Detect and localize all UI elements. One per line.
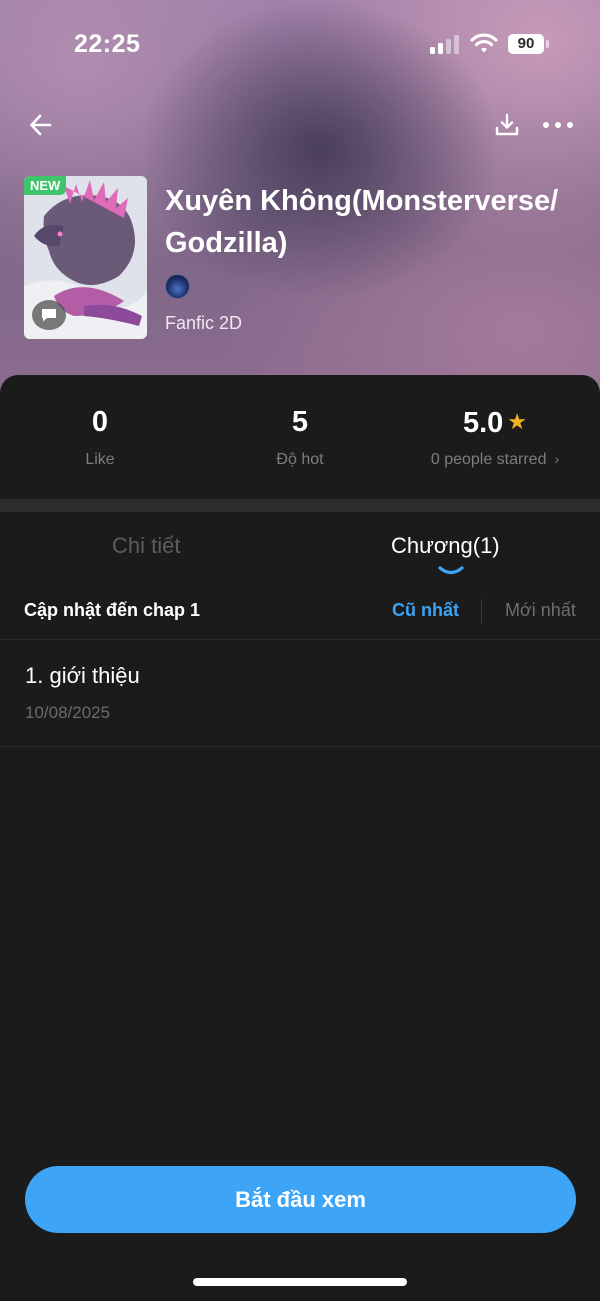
detail-panel: 0 Like 5 Độ hot 5.0 ★ 0 people starred › C…	[0, 375, 600, 1301]
update-status: Cập nhật đến chap 1	[24, 600, 201, 620]
sort-oldest-button[interactable]: Cũ nhất	[392, 600, 459, 621]
like-count: 0	[91, 406, 109, 438]
status-bar: 22:25 90	[0, 0, 600, 90]
download-button[interactable]	[490, 108, 524, 142]
arrow-left-icon	[30, 114, 52, 136]
start-reading-button[interactable]: Bắt đầu xem	[25, 1166, 576, 1233]
wifi-icon	[470, 32, 498, 54]
comment-bubble-icon	[32, 300, 66, 330]
home-indicator[interactable]	[193, 1278, 407, 1286]
more-button[interactable]	[540, 108, 576, 142]
sort-divider	[481, 599, 482, 623]
book-genre: Fanfic 2D	[165, 313, 243, 333]
new-badge: NEW	[24, 176, 67, 195]
back-button[interactable]	[24, 108, 58, 142]
sort-newest-button[interactable]: Mới nhất	[505, 600, 576, 621]
book-cover[interactable]: NEW	[24, 176, 147, 339]
battery-level: 90	[508, 34, 544, 54]
chapter-list-header: Cập nhật đến chap 1 Cũ nhất Mới nhất	[0, 590, 600, 640]
header-backdrop: 22:25 90 NEW Xuyên Không(Monsterverse/ G…	[0, 0, 600, 400]
status-time: 22:25	[74, 30, 141, 58]
download-icon	[495, 113, 519, 136]
stat-hot: 5 Độ hot	[200, 403, 400, 469]
battery-icon: 90	[508, 34, 550, 54]
chapter-title: 1. giới thiệu	[25, 663, 140, 688]
tab-active-indicator	[438, 566, 464, 575]
star-icon: ★	[507, 409, 528, 434]
rating-label: 0 people starred	[430, 451, 547, 468]
tab-chapters[interactable]: Chương(1)	[391, 533, 500, 559]
like-label: Like	[85, 451, 115, 468]
stat-rating[interactable]: 5.0 ★ 0 people starred ›	[390, 403, 600, 469]
chapter-list-item[interactable]: 1. giới thiệu 10/08/2025	[0, 641, 600, 747]
chapter-date: 10/08/2025	[25, 703, 111, 722]
rating-value: 5.0	[462, 407, 504, 439]
hot-count: 5	[291, 406, 309, 438]
section-divider	[0, 499, 600, 512]
author-avatar[interactable]	[165, 274, 190, 299]
hot-label: Độ hot	[276, 451, 324, 468]
more-horizontal-icon	[543, 122, 573, 128]
stat-like: 0 Like	[0, 403, 200, 469]
tab-detail[interactable]: Chi tiết	[112, 533, 180, 559]
book-title: Xuyên Không(Monsterverse/ Godzilla)	[165, 185, 559, 259]
chevron-right-icon: ›	[554, 451, 560, 467]
cellular-signal-icon	[430, 34, 462, 54]
